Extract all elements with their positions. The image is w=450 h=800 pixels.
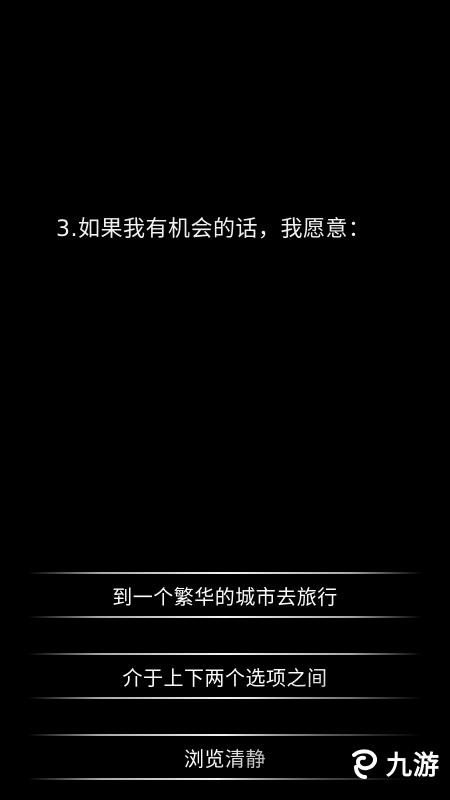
option-3-bottom-divider bbox=[28, 778, 422, 780]
option-2-label: 介于上下两个选项之间 bbox=[122, 665, 328, 690]
option-2-button[interactable]: 介于上下两个选项之间 bbox=[28, 653, 422, 699]
option-3-label: 浏览清静 bbox=[184, 746, 266, 771]
options-list: 到一个繁华的城市去旅行 介于上下两个选项之间 浏览清静 bbox=[0, 0, 450, 800]
option-1-bottom-divider bbox=[28, 616, 422, 618]
option-2-top-divider bbox=[28, 653, 422, 655]
option-1-label: 到一个繁华的城市去旅行 bbox=[112, 584, 338, 609]
option-3-button[interactable]: 浏览清静 bbox=[28, 734, 422, 780]
option-3-top-divider bbox=[28, 734, 422, 736]
option-1-top-divider bbox=[28, 572, 422, 574]
option-1-button[interactable]: 到一个繁华的城市去旅行 bbox=[28, 572, 422, 618]
option-2-bottom-divider bbox=[28, 697, 422, 699]
